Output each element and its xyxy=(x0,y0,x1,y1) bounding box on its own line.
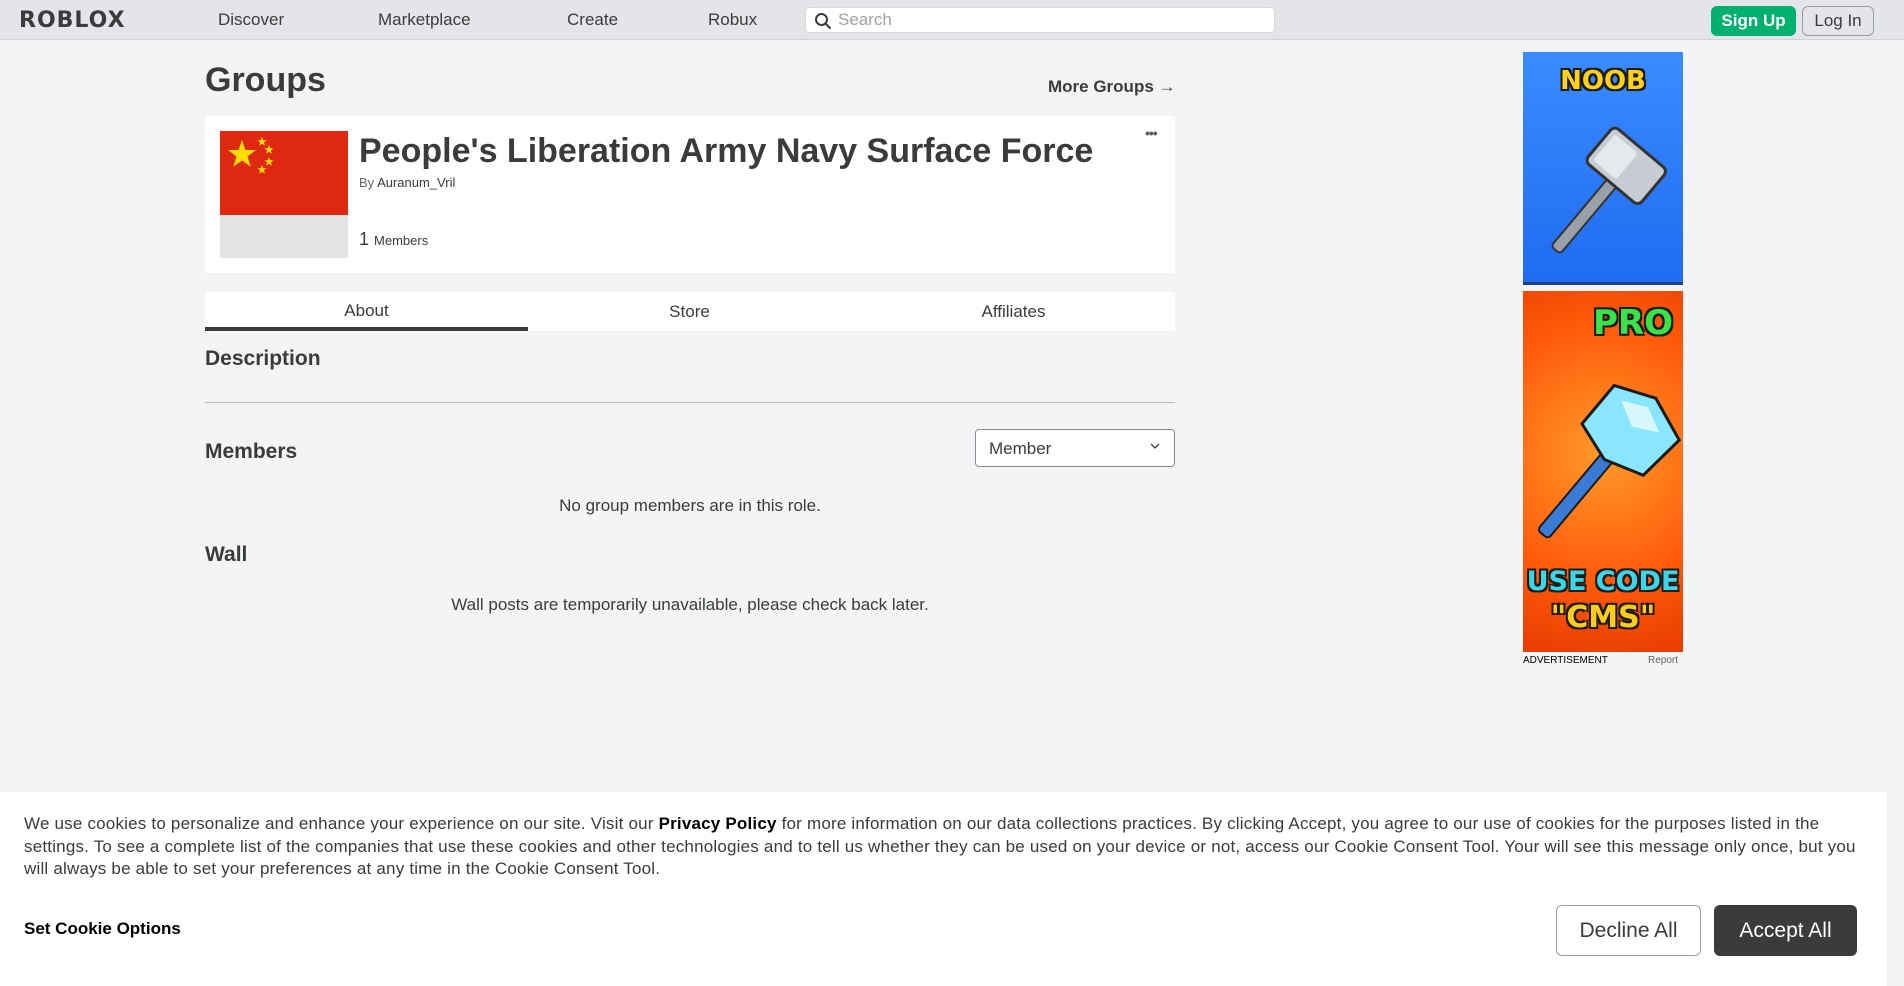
more-groups-label: More Groups xyxy=(1048,77,1154,96)
set-cookie-options-link[interactable]: Set Cookie Options xyxy=(24,919,181,939)
search-icon xyxy=(815,13,831,29)
member-count: 1 Members xyxy=(359,229,428,250)
tab-affiliates[interactable]: Affiliates xyxy=(852,292,1175,331)
accept-all-button[interactable]: Accept All xyxy=(1714,905,1857,956)
members-heading: Members xyxy=(205,440,298,463)
description-divider xyxy=(205,402,1175,403)
owner-by-label: By xyxy=(359,175,375,190)
group-tabs: About Store Affiliates xyxy=(205,292,1175,331)
group-header-card: People's Liberation Army Navy Surface Fo… xyxy=(205,116,1175,273)
ad-pro-text: PRO xyxy=(1592,303,1673,343)
page-scrollbar[interactable] xyxy=(1886,40,1904,986)
nav-discover[interactable]: Discover xyxy=(218,10,284,30)
group-emblem xyxy=(220,131,348,258)
ad-report-link[interactable]: Report xyxy=(1648,655,1678,666)
privacy-policy-link[interactable]: Privacy Policy xyxy=(659,814,777,833)
tab-about[interactable]: About xyxy=(205,292,528,331)
top-navigation-bar: ROBLOX Discover Marketplace Create Robux… xyxy=(0,0,1904,40)
roblox-logo[interactable]: ROBLOX xyxy=(19,8,126,33)
nav-robux[interactable]: Robux xyxy=(708,10,757,30)
chevron-down-icon xyxy=(1150,443,1160,449)
more-options-icon[interactable]: ••• xyxy=(1145,125,1158,141)
group-name: People's Liberation Army Navy Surface Fo… xyxy=(359,132,1094,170)
decline-all-button[interactable]: Decline All xyxy=(1556,905,1701,956)
description-heading: Description xyxy=(205,347,321,370)
nav-create[interactable]: Create xyxy=(567,10,618,30)
search-input[interactable] xyxy=(838,10,1258,30)
cookie-text-before: We use cookies to personalize and enhanc… xyxy=(24,814,659,833)
ad-use-code-line1: USE CODE xyxy=(1526,566,1680,597)
ad-noob-text: NOOB xyxy=(1560,66,1646,96)
signup-button[interactable]: Sign Up xyxy=(1711,6,1796,36)
flag-emblem-image xyxy=(220,131,348,215)
owner-link[interactable]: Auranum_Vril xyxy=(377,175,455,190)
more-groups-link[interactable]: More Groups → xyxy=(1048,77,1176,97)
role-dropdown[interactable]: Member xyxy=(975,429,1175,467)
wall-heading: Wall xyxy=(205,543,248,566)
tab-store[interactable]: Store xyxy=(528,292,851,331)
flag-stars-icon xyxy=(228,137,274,174)
hammer-icon xyxy=(1551,126,1667,254)
nav-marketplace[interactable]: Marketplace xyxy=(378,10,471,30)
no-members-message: No group members are in this role. xyxy=(559,496,821,515)
login-button[interactable]: Log In xyxy=(1802,6,1874,36)
advertisement-noob[interactable]: NOOB xyxy=(1523,52,1683,285)
page-title: Groups xyxy=(205,61,326,99)
member-count-label: Members xyxy=(374,233,429,248)
group-owner: By Auranum_Vril xyxy=(359,175,455,190)
advertisement-label: ADVERTISEMENT xyxy=(1523,655,1608,666)
arrow-right-icon: → xyxy=(1158,77,1176,96)
cookie-consent-banner: We use cookies to personalize and enhanc… xyxy=(0,792,1886,986)
wall-unavailable-message: Wall posts are temporarily unavailable, … xyxy=(451,595,929,614)
emblem-bottom-band xyxy=(220,215,348,258)
search-box[interactable] xyxy=(805,7,1275,33)
advertisement-pro[interactable]: PRO USE CODE "CMS" xyxy=(1523,291,1683,652)
cookie-message: We use cookies to personalize and enhanc… xyxy=(24,813,1874,881)
role-dropdown-value: Member xyxy=(989,439,1052,458)
ad-use-code-line2: "CMS" xyxy=(1550,600,1656,635)
member-count-value: 1 xyxy=(359,229,370,249)
diamond-hammer-icon xyxy=(1537,383,1682,539)
